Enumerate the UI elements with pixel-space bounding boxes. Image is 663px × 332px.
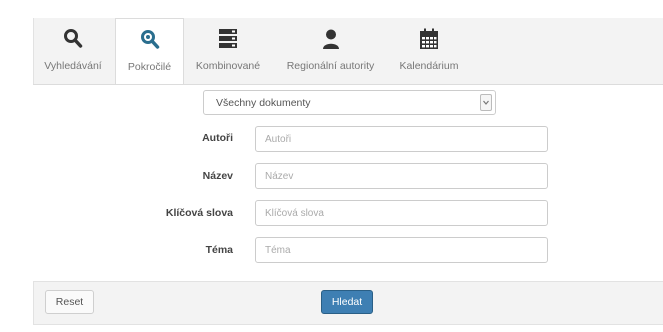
search-icon (63, 28, 83, 53)
title-label: Název (202, 170, 233, 182)
calendar-icon (419, 28, 439, 53)
user-icon (321, 28, 341, 53)
tab-regionalni-autority[interactable]: Regionální autority (278, 18, 383, 84)
zoom-search-icon (140, 29, 160, 54)
tab-pokrocile[interactable]: Pokročilé (115, 18, 184, 85)
keywords-label: Klíčová slova (165, 207, 233, 219)
tab-kalendarium[interactable]: Kalendárium (393, 18, 465, 84)
topic-input[interactable]: Téma (255, 237, 548, 263)
tab-vyhledavani[interactable]: Vyhledávání (33, 18, 113, 84)
keywords-input[interactable]: Klíčová slova (255, 200, 548, 226)
title-placeholder: Název (265, 171, 294, 182)
authors-placeholder: Autoři (265, 134, 292, 145)
tab-kombinovane[interactable]: Kombinované (188, 18, 268, 84)
topic-placeholder: Téma (265, 245, 291, 256)
keywords-placeholder: Klíčová slova (265, 208, 324, 219)
server-stack-icon (218, 28, 238, 53)
tab-label: Vyhledávání (44, 60, 102, 72)
title-input[interactable]: Název (255, 163, 548, 189)
chevron-down-icon (480, 94, 492, 111)
tab-label: Kalendárium (399, 60, 459, 72)
tab-label: Pokročilé (127, 61, 172, 73)
authors-input[interactable]: Autoři (255, 126, 548, 152)
document-type-select[interactable]: Všechny dokumenty (203, 90, 496, 115)
tab-label: Kombinované (195, 60, 261, 72)
tab-label: Regionální autority (286, 60, 375, 72)
authors-label: Autoři (202, 132, 233, 144)
reset-button[interactable]: Reset (45, 290, 94, 314)
document-type-value: Všechny dokumenty (216, 97, 311, 109)
topic-label: Téma (205, 244, 233, 256)
search-button[interactable]: Hledat (321, 290, 373, 314)
